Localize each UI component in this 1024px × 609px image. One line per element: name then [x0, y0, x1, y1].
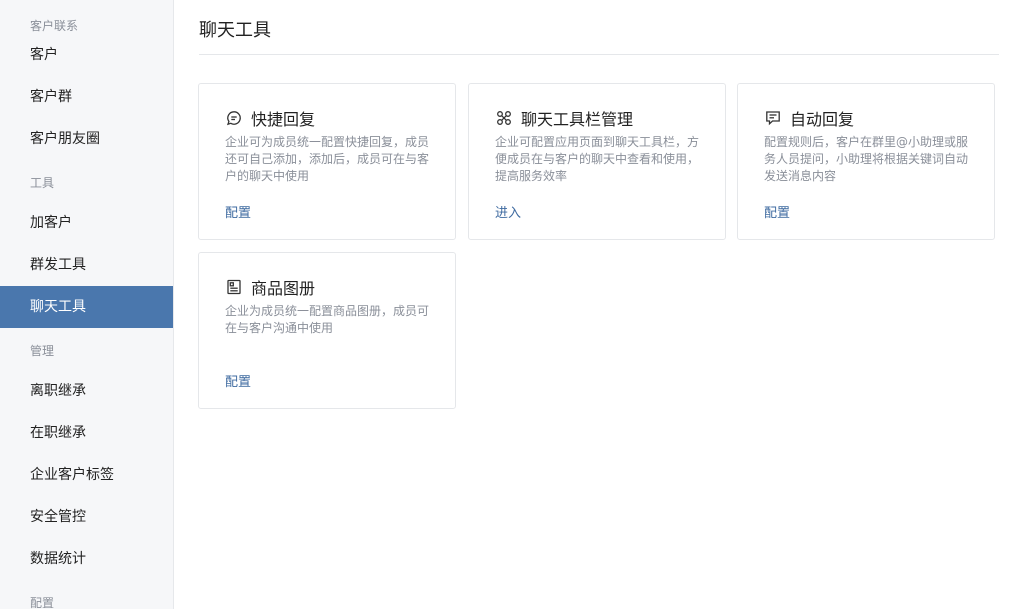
card-description: 配置规则后，客户在群里@小助理或服务人员提问，小助理将根据关键词自动发送消息内容 [764, 135, 969, 183]
sidebar-item-statistics[interactable]: 数据统计 [0, 538, 173, 580]
card-title: 商品图册 [251, 279, 316, 298]
sidebar-group-tools: 工具 [30, 176, 55, 190]
enter-chat-toolbar-link[interactable]: 进入 [495, 202, 521, 221]
configure-quick-reply-link[interactable]: 配置 [225, 202, 251, 221]
card-title: 聊天工具栏管理 [521, 110, 634, 129]
configure-product-catalog-link[interactable]: 配置 [225, 371, 251, 390]
card-product-catalog: 商品图册 企业为成员统一配置商品图册，成员可在与客户沟通中使用 配置 [198, 252, 456, 409]
sidebar-group-customer-contact: 客户联系 [30, 19, 79, 33]
sidebar-item-customer-tags[interactable]: 企业客户标签 [0, 454, 173, 496]
sidebar-item-customer-groups[interactable]: 客户群 [0, 76, 173, 118]
sidebar-group-config: 配置 [30, 596, 55, 609]
sidebar-item-add-customer[interactable]: 加客户 [0, 202, 173, 244]
page-title: 聊天工具 [199, 20, 271, 41]
sidebar-item-customers[interactable]: 客户 [0, 34, 173, 76]
card-description: 企业可配置应用页面到聊天工具栏，方便成员在与客户的聊天中查看和使用，提高服务效率 [495, 135, 700, 183]
sidebar-item-security[interactable]: 安全管控 [0, 496, 173, 538]
sidebar-item-active-transfer[interactable]: 在职继承 [0, 412, 173, 454]
chat-bubble-icon [225, 109, 243, 127]
card-description: 企业可为成员统一配置快捷回复，成员还可自己添加，添加后，成员可在与客户的聊天中使… [225, 135, 430, 183]
sidebar-group-management: 管理 [30, 344, 55, 358]
app-window: 客户联系 客户 客户群 客户朋友圈 工具 加客户 群发工具 聊天工具 管理 离职… [0, 0, 1024, 609]
sidebar-item-mass-send[interactable]: 群发工具 [0, 244, 173, 286]
grid-tools-icon [495, 109, 513, 127]
card-title: 自动回复 [790, 110, 855, 129]
sidebar: 客户联系 客户 客户群 客户朋友圈 工具 加客户 群发工具 聊天工具 管理 离职… [0, 0, 174, 609]
card-quick-reply: 快捷回复 企业可为成员统一配置快捷回复，成员还可自己添加，添加后，成员可在与客户… [198, 83, 456, 240]
card-chat-toolbar: 聊天工具栏管理 企业可配置应用页面到聊天工具栏，方便成员在与客户的聊天中查看和使… [468, 83, 726, 240]
card-auto-reply: 自动回复 配置规则后，客户在群里@小助理或服务人员提问，小助理将根据关键词自动发… [737, 83, 995, 240]
title-divider [199, 54, 999, 55]
card-title: 快捷回复 [251, 110, 316, 129]
main-content: 聊天工具 快捷回复 企业可为成员统一配置快捷回复，成员还可自己添加，添加后，成员… [175, 0, 1024, 609]
card-description: 企业为成员统一配置商品图册，成员可在与客户沟通中使用 [225, 304, 430, 335]
sidebar-item-moments[interactable]: 客户朋友圈 [0, 118, 173, 160]
configure-auto-reply-link[interactable]: 配置 [764, 202, 790, 221]
auto-reply-icon [764, 109, 782, 127]
sidebar-item-resigned-transfer[interactable]: 离职继承 [0, 370, 173, 412]
product-catalog-icon [225, 278, 243, 296]
sidebar-item-chat-tools[interactable]: 聊天工具 [0, 286, 173, 328]
